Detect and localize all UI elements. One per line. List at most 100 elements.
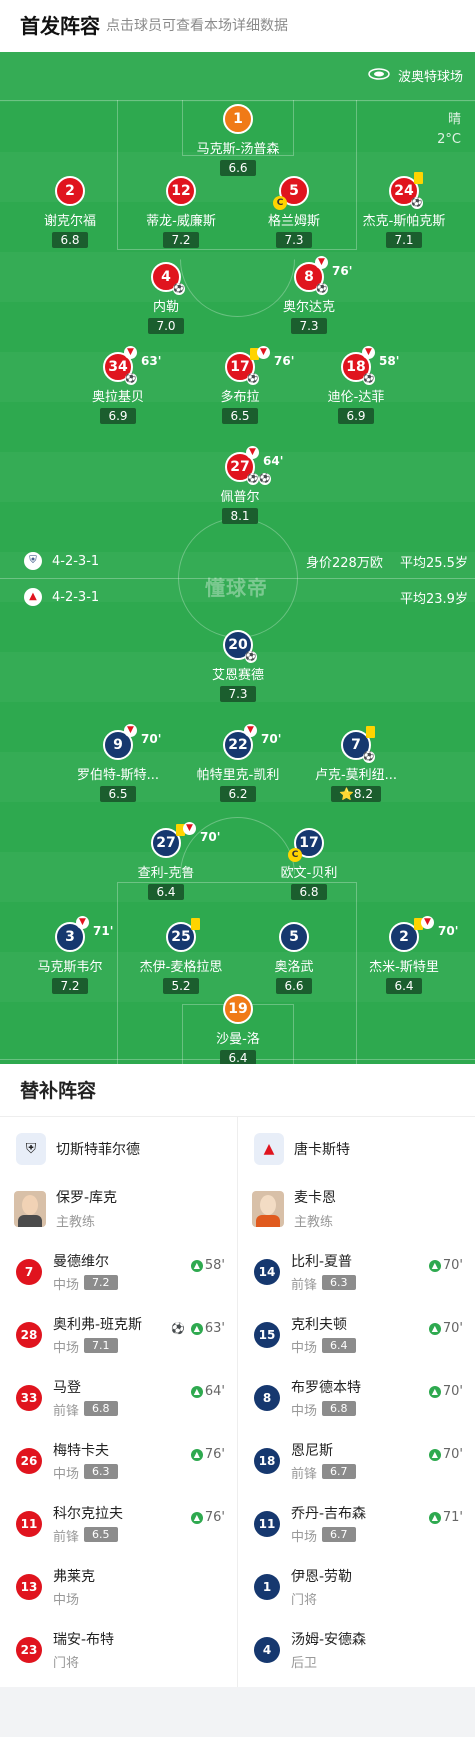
event-ball-icon: ⚽ — [247, 373, 259, 385]
away-sub-row[interactable]: 15 克利夫顿 中场 6.4 ▲ 70' — [238, 1308, 475, 1371]
home-team-logo-icon: ⛨ — [16, 1133, 46, 1165]
home-player-8[interactable]: 8 ▼ 76' ⚽ 奥尔达克 7.3 — [254, 256, 364, 334]
player-name: 卢克-莫利纽... — [314, 768, 398, 783]
home-sub-row[interactable]: 33 马登 前锋 6.8 ▲ 64' — [0, 1371, 237, 1434]
home-player-12[interactable]: 12 蒂龙-威廉斯 7.2 — [126, 176, 236, 248]
player-rating: 8.1 — [222, 508, 258, 524]
home-sub-row[interactable]: 11 科尔克拉夫 前锋 6.5 ▲ 76' — [0, 1497, 237, 1560]
home-crest-icon: ⛨ — [24, 552, 42, 570]
player-rating: 7.3 — [220, 686, 256, 702]
player-rating: 6.8 — [52, 232, 88, 248]
away-player-27[interactable]: 27 ▼ 70' 查利-克鲁 6.4 — [111, 822, 221, 900]
player-rating: 6.5 — [100, 786, 136, 802]
sub-name: 科尔克拉夫 — [53, 1506, 123, 1522]
home-sub-row[interactable]: 28 奥利弗-班克斯 中场 7.1 ⚽ ▲ 63' — [0, 1308, 237, 1371]
home-player-4[interactable]: 4 ⚽ 内勒 7.0 — [111, 262, 221, 334]
away-crest-icon: ▲ — [24, 588, 42, 606]
away-subs-column: ▲ 唐卡斯特 麦卡恩 主教练 14 比利-夏普 前锋 6.3 ▲ 70' 15 克利夫顿 中场 6… — [238, 1117, 475, 1686]
pitch: 波奥特球场 晴 2°C 懂球帝 ⛨ 4-2-3-1 身价228万欧 平均25.5… — [0, 52, 475, 1064]
away-sub-row[interactable]: 18 恩尼斯 前锋 6.7 ▲ 70' — [238, 1434, 475, 1497]
home-coach[interactable]: 保罗-库克 主教练 — [0, 1181, 237, 1245]
coach-role: 主教练 — [294, 1215, 334, 1230]
home-player-24[interactable]: 24 ⚽ 杰克-斯帕克斯 7.1 — [349, 172, 459, 248]
sub-name: 曼德维尔 — [53, 1254, 109, 1270]
sub-number: 18 — [254, 1448, 280, 1474]
player-name: 格兰姆斯 — [267, 214, 320, 229]
home-player-5[interactable]: 5 C 格兰姆斯 7.3 — [239, 176, 349, 248]
sub-number: 28 — [16, 1322, 42, 1348]
player-name: 谢克尔福 — [43, 214, 96, 229]
away-player-2[interactable]: 2 ▼ 70' 杰米-斯特里 6.4 — [349, 916, 459, 994]
sub-rating: 6.3 — [322, 1275, 356, 1290]
player-rating: 6.2 — [220, 786, 256, 802]
away-formation: ▲ 4-2-3-1 — [24, 588, 99, 606]
home-player-18[interactable]: 18 ▼ 58' ⚽ 迪伦-达菲 6.9 — [301, 346, 411, 424]
event-ball-icon: ⚽ — [411, 197, 423, 209]
home-sub-row[interactable]: 13 弗莱克 中场 — [0, 1560, 237, 1623]
coach-role: 主教练 — [56, 1215, 96, 1230]
away-player-17[interactable]: 17 C 欧文-贝利 6.8 — [254, 828, 364, 900]
away-player-3[interactable]: 3 ▼ 71' 马克斯韦尔 7.2 — [15, 916, 125, 994]
away-sub-row[interactable]: 14 比利-夏普 前锋 6.3 ▲ 70' — [238, 1245, 475, 1308]
away-sub-row[interactable]: 11 乔丹-吉布森 中场 6.7 ▲ 71' — [238, 1497, 475, 1560]
home-player-2[interactable]: 2 谢克尔福 6.8 — [15, 176, 125, 248]
home-sub-row[interactable]: 26 梅特卡夫 中场 6.3 ▲ 76' — [0, 1434, 237, 1497]
home-player-17[interactable]: 17 ▼ 76' ⚽ 多布拉 6.5 — [185, 346, 295, 424]
home-team-header[interactable]: ⛨ 切斯特菲尔德 — [0, 1117, 237, 1181]
sub-in-info: ▲ 70' — [428, 1447, 463, 1462]
home-sub-row[interactable]: 23 瑞安-布特 门将 — [0, 1623, 237, 1686]
player-name: 欧文-贝利 — [280, 866, 338, 881]
sub-rating: 6.5 — [84, 1527, 118, 1542]
goal-ball-icon: ⚽ — [171, 1322, 185, 1335]
sub-out-minute: 70' — [261, 732, 282, 746]
sub-out-icon: ▼ — [124, 724, 137, 737]
sub-position: 中场 — [53, 1278, 80, 1293]
away-player-9[interactable]: 9 ▼ 70' 罗伯特-斯特... 6.5 — [63, 724, 173, 802]
away-player-22[interactable]: 22 ▼ 70' 帕特里克-凯利 6.2 — [183, 724, 293, 802]
away-sub-row[interactable]: 1 伊恩-劳勒 门将 — [238, 1560, 475, 1623]
sub-in-minute: 63' — [204, 1321, 225, 1336]
away-formation-text: 4-2-3-1 — [52, 589, 100, 605]
sub-number: 1 — [254, 1574, 280, 1600]
player-number: 12 — [166, 176, 196, 206]
sub-in-icon: ▲ — [190, 1511, 203, 1524]
away-player-20[interactable]: 20 ⚽ 艾恩赛德 7.3 — [183, 630, 293, 702]
sub-out-icon: ▼ — [183, 822, 196, 835]
sub-name: 布罗德本特 — [291, 1380, 361, 1396]
away-player-19[interactable]: 19 沙曼-洛 6.4 — [183, 994, 293, 1064]
home-sub-row[interactable]: 7 曼德维尔 中场 7.2 ▲ 58' — [0, 1245, 237, 1308]
player-number: 34 ▼ 63' ⚽ — [103, 346, 161, 385]
sub-position: 中场 — [291, 1341, 318, 1356]
player-name: 罗伯特-斯特... — [76, 768, 160, 783]
sub-rating: 6.7 — [322, 1527, 356, 1542]
away-player-25[interactable]: 25 杰伊-麦格拉思 5.2 — [126, 918, 236, 994]
home-player-34[interactable]: 34 ▼ 63' ⚽ 奥拉基贝 6.9 — [63, 346, 173, 424]
sub-in-minute: 76' — [204, 1510, 225, 1525]
player-rating: 7.3 — [276, 232, 312, 248]
page-subtitle: 点击球员可查看本场详细数据 — [106, 18, 288, 34]
away-player-5[interactable]: 5 奥洛武 6.6 — [239, 922, 349, 994]
home-player-1[interactable]: 1 马克斯-汤普森 6.6 — [183, 104, 293, 176]
sub-out-minute: 71' — [93, 924, 114, 938]
sub-in-info: ▲ 70' — [428, 1384, 463, 1399]
sub-name: 乔丹-吉布森 — [291, 1506, 367, 1522]
sub-in-info: ▲ 71' — [428, 1510, 463, 1525]
sub-name: 弗莱克 — [53, 1569, 95, 1585]
player-number: 17 ▼ 76' ⚽ — [225, 346, 294, 385]
player-name: 内勒 — [152, 300, 179, 315]
home-player-27[interactable]: 27 ▼ 64' ⚽ ⚽ 佩普尔 8.1 — [185, 446, 295, 524]
away-team-header[interactable]: ▲ 唐卡斯特 — [238, 1117, 475, 1181]
player-name: 蒂龙-威廉斯 — [146, 214, 216, 229]
sub-in-minute: 71' — [442, 1510, 463, 1525]
event-ball-icon: ⚽ — [363, 373, 375, 385]
lineup-header: 首发阵容 点击球员可查看本场详细数据 — [0, 0, 475, 52]
event-ball-icon: ⚽ — [173, 283, 185, 295]
sub-position: 门将 — [53, 1656, 80, 1671]
away-coach[interactable]: 麦卡恩 主教练 — [238, 1181, 475, 1245]
away-sub-row[interactable]: 4 汤姆-安德森 后卫 — [238, 1623, 475, 1686]
away-team-name: 唐卡斯特 — [294, 1142, 350, 1158]
away-player-7[interactable]: 7 ⚽ 卢克-莫利纽... ⭐8.2 — [301, 726, 411, 802]
away-sub-row[interactable]: 8 布罗德本特 中场 6.8 ▲ 70' — [238, 1371, 475, 1434]
sub-out-icon: ▼ — [315, 256, 328, 269]
player-rating: 6.6 — [276, 978, 312, 994]
